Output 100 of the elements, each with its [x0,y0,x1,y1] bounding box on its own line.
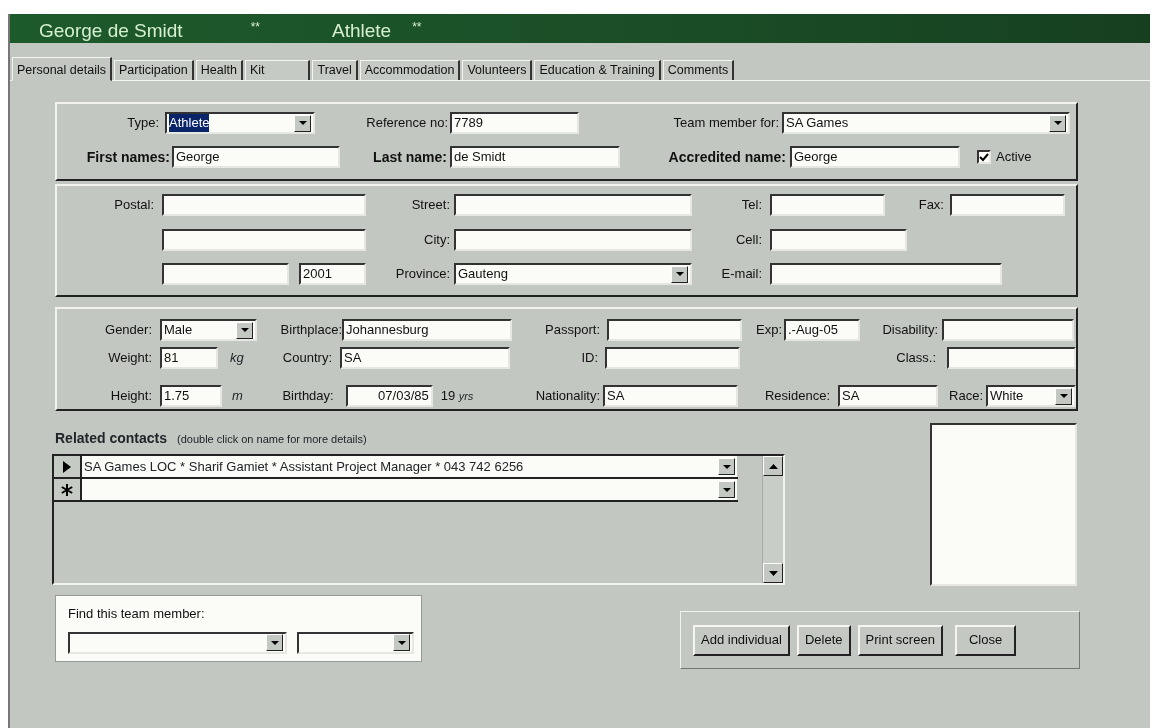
text-field[interactable]: George [172,146,340,168]
text-field[interactable]: de Smidt [450,146,620,168]
text-field[interactable]: SA [603,385,738,407]
role-title: Athlete [332,21,392,43]
text-field[interactable] [770,229,907,251]
field-label: Nationality: [534,387,600,406]
text-field[interactable]: Johannesburg [342,319,512,341]
text-field[interactable] [605,347,740,369]
person-name: George de Smidt [39,21,183,43]
gender-dropdown[interactable]: Male [160,319,257,341]
field-label: Country: [281,349,332,368]
scroll-down-button[interactable] [763,563,783,583]
contact-dropdown[interactable]: SA Games LOC * Sharif Gamiet * Assistant Project Manager * 043 742 6256 [82,456,737,477]
field-label: Gender: [104,321,152,340]
field-label: Weight: [107,349,152,368]
field-label: Cell: [735,231,762,250]
field-label: Residence: [763,387,830,406]
field-label: Class.: [895,349,936,368]
text-field[interactable] [770,194,885,216]
text-field[interactable] [950,194,1065,216]
tab[interactable]: Travel [312,60,358,80]
section-heading: Related contacts [55,429,168,448]
field-label: Find this team member: [68,605,206,623]
down-arrow-icon [768,570,778,576]
marker-text: ** [250,21,260,36]
hint-text: (double click on name for more details) [177,432,367,447]
form-button[interactable]: Print screen [857,624,943,656]
type-dropdown[interactable]: Athlete [165,112,315,134]
current-record-icon [63,460,71,473]
text-field[interactable] [607,319,742,341]
province-dropdown[interactable]: Gauteng [454,263,692,285]
search-dropdown[interactable] [68,631,287,654]
text-field[interactable]: .-Aug-05 [784,319,860,341]
age-value: 19 [440,387,457,406]
dropdown-button[interactable] [236,321,253,339]
dropdown-button[interactable] [1049,114,1066,132]
tab[interactable]: Accommodation [359,60,461,80]
field-label: Last name: [372,147,447,167]
text-field[interactable] [162,263,289,285]
field-label: Fax: [917,196,944,215]
marker-text: ** [412,21,422,36]
field-label: Postal: [113,196,154,215]
asterisk-icon [61,483,73,496]
form-button[interactable]: Add individual [693,624,790,656]
tab[interactable]: Participation [113,60,194,80]
text-field[interactable]: 1.75 [160,385,222,407]
tab[interactable]: Kit [244,60,311,80]
dropdown-button[interactable] [718,458,735,475]
checkbox-label: Active [996,148,1032,167]
text-field[interactable] [942,319,1074,341]
checkbox[interactable] [977,150,991,164]
scroll-up-button[interactable] [763,456,783,476]
field-label: Height: [109,387,152,406]
field-label: Type: [126,114,159,133]
team-dropdown[interactable]: SA Games [782,112,1070,134]
field-label: E-mail: [720,265,762,284]
unit-label: m [232,387,244,406]
text-field[interactable] [454,229,692,251]
text-field[interactable]: 7789 [450,112,579,134]
dropdown-button[interactable] [718,481,735,498]
text-field[interactable]: SA [838,385,938,407]
tab[interactable]: Volunteers [462,60,533,80]
text-field[interactable] [162,229,366,251]
text-field[interactable] [770,263,1002,285]
field-label: Race: [948,387,983,406]
field-label: First names: [85,147,170,167]
text-field[interactable] [162,194,366,216]
tab[interactable]: Comments [662,60,735,80]
tab[interactable]: Personal details [12,57,112,81]
field-label: Street: [410,196,450,215]
dropdown-button[interactable] [266,634,283,651]
dropdown-button[interactable] [671,265,688,283]
field-label: Province: [394,265,450,284]
race-dropdown[interactable]: White [986,385,1076,407]
dropdown-button[interactable] [1055,387,1072,405]
field-label: Birthday: [281,387,334,406]
field-label: Reference no: [365,114,448,133]
field-label: Disability: [881,321,938,340]
field-label: Team member for: [672,114,779,133]
scrollbar[interactable] [762,456,783,583]
tab[interactable]: Education & Training [534,60,661,80]
text-field[interactable] [947,347,1076,369]
unit-label: kg [230,349,245,368]
form-button[interactable]: Close [954,624,1017,656]
field-label: Tel: [740,196,762,215]
date-field[interactable]: 07/03/85 [345,385,433,407]
form-button[interactable]: Delete [796,624,851,656]
text-field[interactable]: George [790,146,960,168]
unit-label: yrs [458,388,475,404]
field-label: Accredited name: [667,147,786,167]
field-label: Exp: [755,321,782,340]
search-dropdown[interactable] [297,631,414,654]
tab[interactable]: Health [195,60,243,80]
text-field[interactable]: 81 [160,347,218,369]
dropdown-button[interactable] [393,634,410,651]
text-field[interactable]: 2001 [299,263,366,285]
text-field[interactable]: SA [340,347,510,369]
dropdown-button[interactable] [294,114,311,132]
text-field[interactable] [454,194,692,216]
field-label: ID: [580,349,598,368]
